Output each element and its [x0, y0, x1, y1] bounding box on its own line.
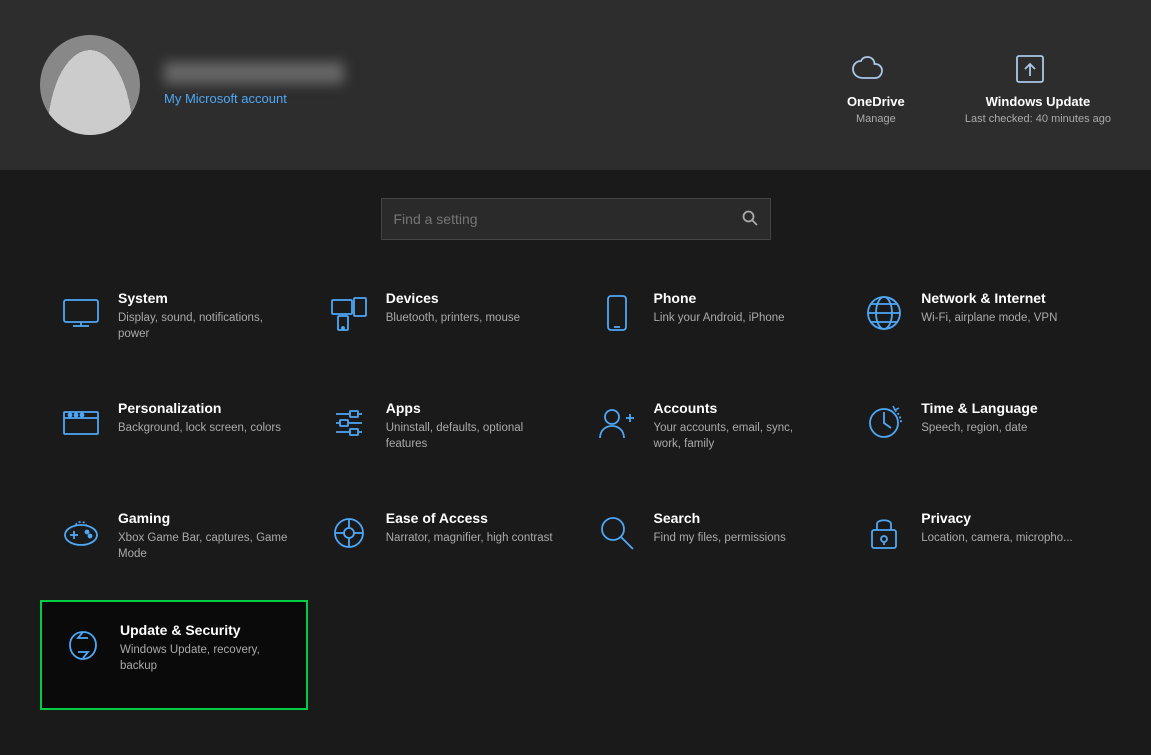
- setting-item-apps[interactable]: Apps Uninstall, defaults, optional featur…: [308, 380, 576, 490]
- windows-update-icon: [1009, 48, 1051, 90]
- setting-subtitle-phone: Link your Android, iPhone: [654, 310, 785, 326]
- setting-title-time-language: Time & Language: [921, 400, 1037, 416]
- setting-title-accounts: Accounts: [654, 400, 824, 416]
- setting-title-apps: Apps: [386, 400, 556, 416]
- setting-item-network[interactable]: Network & Internet Wi-Fi, airplane mode, …: [843, 270, 1111, 380]
- accounts-icon: [596, 402, 638, 444]
- profile-info: My Microsoft account: [164, 62, 344, 108]
- setting-item-time-language[interactable]: Time & Language Speech, region, date: [843, 380, 1111, 490]
- setting-title-ease-of-access: Ease of Access: [386, 510, 553, 526]
- setting-subtitle-ease-of-access: Narrator, magnifier, high contrast: [386, 530, 553, 546]
- update-icon: [62, 624, 104, 666]
- setting-subtitle-search: Find my files, permissions: [654, 530, 786, 546]
- setting-subtitle-apps: Uninstall, defaults, optional features: [386, 420, 556, 452]
- ease-icon: [328, 512, 370, 554]
- onedrive-icon: [847, 48, 889, 90]
- setting-subtitle-gaming: Xbox Game Bar, captures, Game Mode: [118, 530, 288, 562]
- setting-title-privacy: Privacy: [921, 510, 1073, 526]
- microsoft-account-link[interactable]: My Microsoft account: [164, 91, 287, 106]
- setting-item-system[interactable]: System Display, sound, notifications, pow…: [40, 270, 308, 380]
- search-icon: [742, 210, 758, 229]
- setting-title-search: Search: [654, 510, 786, 526]
- apps-icon: [328, 402, 370, 444]
- setting-subtitle-devices: Bluetooth, printers, mouse: [386, 310, 520, 326]
- onedrive-sublabel: Manage: [856, 113, 896, 125]
- setting-item-search[interactable]: Search Find my files, permissions: [576, 490, 844, 600]
- windows-update-widget[interactable]: Windows Update Last checked: 40 minutes …: [965, 46, 1111, 125]
- setting-title-devices: Devices: [386, 290, 520, 306]
- setting-title-update-security: Update & Security: [120, 622, 286, 638]
- setting-item-ease-of-access[interactable]: Ease of Access Narrator, magnifier, high …: [308, 490, 576, 600]
- onedrive-widget[interactable]: OneDrive Manage: [847, 46, 905, 125]
- user-name-blurred: [164, 62, 344, 84]
- setting-subtitle-network: Wi-Fi, airplane mode, VPN: [921, 310, 1057, 326]
- header: My Microsoft account OneDrive Manage Win…: [0, 0, 1151, 170]
- setting-title-system: System: [118, 290, 288, 306]
- header-right: OneDrive Manage Windows Update Last chec…: [847, 46, 1111, 125]
- system-icon: [60, 292, 102, 334]
- setting-item-personalization[interactable]: Personalization Background, lock screen, …: [40, 380, 308, 490]
- onedrive-label: OneDrive: [847, 94, 905, 109]
- setting-item-gaming[interactable]: Gaming Xbox Game Bar, captures, Game Mode: [40, 490, 308, 600]
- windows-update-sublabel: Last checked: 40 minutes ago: [965, 113, 1111, 125]
- search-section: [0, 170, 1151, 260]
- gaming-icon: [60, 512, 102, 554]
- setting-subtitle-privacy: Location, camera, micropho...: [921, 530, 1073, 546]
- search-icon: [596, 512, 638, 554]
- setting-subtitle-personalization: Background, lock screen, colors: [118, 420, 281, 436]
- setting-item-accounts[interactable]: Accounts Your accounts, email, sync, work…: [576, 380, 844, 490]
- setting-title-gaming: Gaming: [118, 510, 288, 526]
- privacy-icon: [863, 512, 905, 554]
- search-input[interactable]: [394, 211, 734, 227]
- windows-update-label: Windows Update: [986, 94, 1091, 109]
- setting-subtitle-accounts: Your accounts, email, sync, work, family: [654, 420, 824, 452]
- setting-item-devices[interactable]: Devices Bluetooth, printers, mouse: [308, 270, 576, 380]
- avatar: [40, 35, 140, 135]
- setting-subtitle-system: Display, sound, notifications, power: [118, 310, 288, 342]
- devices-icon: [328, 292, 370, 334]
- network-icon: [863, 292, 905, 334]
- setting-title-personalization: Personalization: [118, 400, 281, 416]
- setting-item-phone[interactable]: Phone Link your Android, iPhone: [576, 270, 844, 380]
- setting-subtitle-time-language: Speech, region, date: [921, 420, 1037, 436]
- setting-title-network: Network & Internet: [921, 290, 1057, 306]
- phone-icon: [596, 292, 638, 334]
- search-box: [381, 198, 771, 240]
- setting-item-update-security[interactable]: Update & Security Windows Update, recover…: [40, 600, 308, 710]
- setting-item-privacy[interactable]: Privacy Location, camera, micropho...: [843, 490, 1111, 600]
- settings-grid: System Display, sound, notifications, pow…: [0, 260, 1151, 720]
- setting-subtitle-update-security: Windows Update, recovery, backup: [120, 642, 286, 674]
- setting-title-phone: Phone: [654, 290, 785, 306]
- personalization-icon: [60, 402, 102, 444]
- time-icon: [863, 402, 905, 444]
